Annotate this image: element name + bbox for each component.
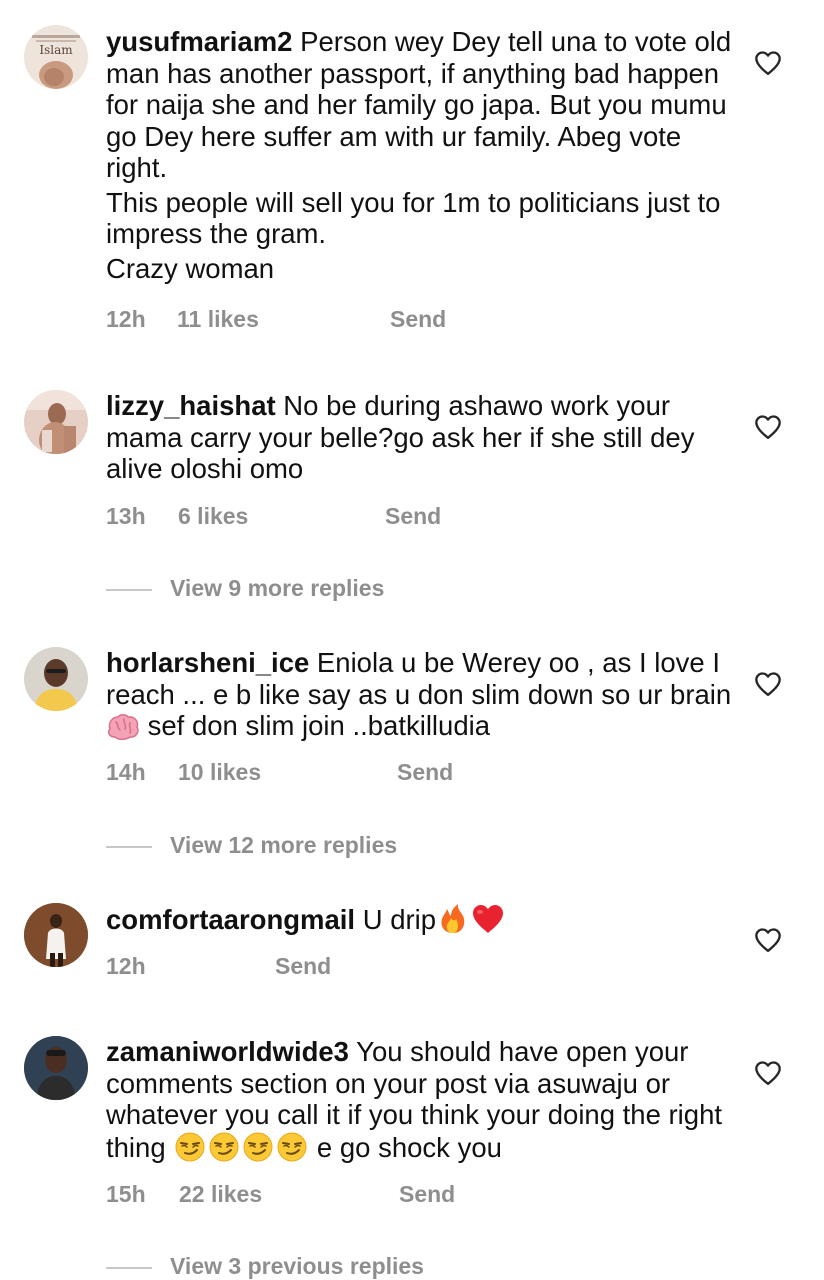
send-button[interactable]: Send — [385, 503, 441, 530]
comment-time: 15h — [106, 1181, 146, 1207]
comment-time: 14h — [106, 759, 146, 785]
avatar-text: Islam — [39, 43, 73, 57]
smirking-face-emoji — [209, 1132, 239, 1161]
divider-line — [106, 1267, 152, 1269]
comment-body: yusufmariam2 Person wey Dey tell una to … — [106, 26, 746, 284]
send-button[interactable]: Send — [390, 306, 446, 333]
likes-count[interactable]: 11 likes — [177, 306, 259, 333]
comment-body: zamaniworldwide3 You should have open yo… — [106, 1036, 746, 1163]
view-replies-label[interactable]: View 3 previous replies — [170, 1253, 424, 1280]
comment-time: 12h — [106, 306, 146, 332]
comment-text: Crazy woman — [106, 252, 275, 284]
send-button[interactable]: Send — [275, 953, 331, 980]
likes-count[interactable]: 10 likes — [178, 759, 261, 786]
avatar[interactable] — [24, 390, 88, 454]
comment-text: sef don slim join ..batkilludia — [140, 710, 491, 741]
like-heart-icon[interactable] — [754, 50, 782, 76]
avatar[interactable] — [24, 1036, 88, 1100]
comment-body: lizzy_haishat No be during ashawo work y… — [106, 390, 746, 485]
divider-line — [106, 846, 152, 848]
like-heart-icon[interactable] — [754, 414, 782, 440]
divider-line — [106, 589, 152, 591]
comment-time: 13h — [106, 503, 146, 529]
smirking-face-emoji — [175, 1132, 205, 1161]
smirking-face-emoji — [277, 1132, 307, 1161]
comment-username[interactable]: yusufmariam2 — [106, 26, 292, 57]
comment-username[interactable]: lizzy_haishat — [106, 390, 276, 421]
avatar[interactable] — [24, 647, 88, 711]
likes-count[interactable]: 22 likes — [179, 1181, 262, 1208]
send-button[interactable]: Send — [399, 1181, 455, 1208]
comment-text: e go shock you — [309, 1131, 502, 1163]
comment-body: comfortaarongmail U drip — [106, 903, 746, 936]
view-replies-label[interactable]: View 9 more replies — [170, 575, 384, 602]
view-replies-label[interactable]: View 12 more replies — [170, 832, 397, 859]
comment-time: 12h — [106, 953, 146, 979]
like-heart-icon[interactable] — [754, 671, 782, 697]
smirking-face-emoji — [243, 1132, 273, 1161]
avatar[interactable]: Islam — [24, 25, 88, 89]
comment-username[interactable]: horlarsheni_ice — [106, 647, 309, 678]
like-heart-icon[interactable] — [754, 1060, 782, 1086]
comment-text: U drip — [355, 904, 437, 935]
comment-username[interactable]: zamaniworldwide3 — [106, 1036, 349, 1067]
red-heart-emoji — [473, 905, 504, 933]
brain-emoji — [107, 714, 139, 740]
send-button[interactable]: Send — [397, 759, 453, 786]
comment-username[interactable]: comfortaarongmail — [106, 904, 355, 935]
likes-count[interactable]: 6 likes — [178, 503, 248, 530]
comment-body: horlarsheni_ice Eniola u be Werey oo , a… — [106, 647, 746, 742]
comment-text: This people will sell you for 1m to poli… — [106, 186, 721, 250]
avatar[interactable] — [24, 903, 88, 967]
fire-emoji — [441, 904, 465, 933]
like-heart-icon[interactable] — [754, 927, 782, 953]
